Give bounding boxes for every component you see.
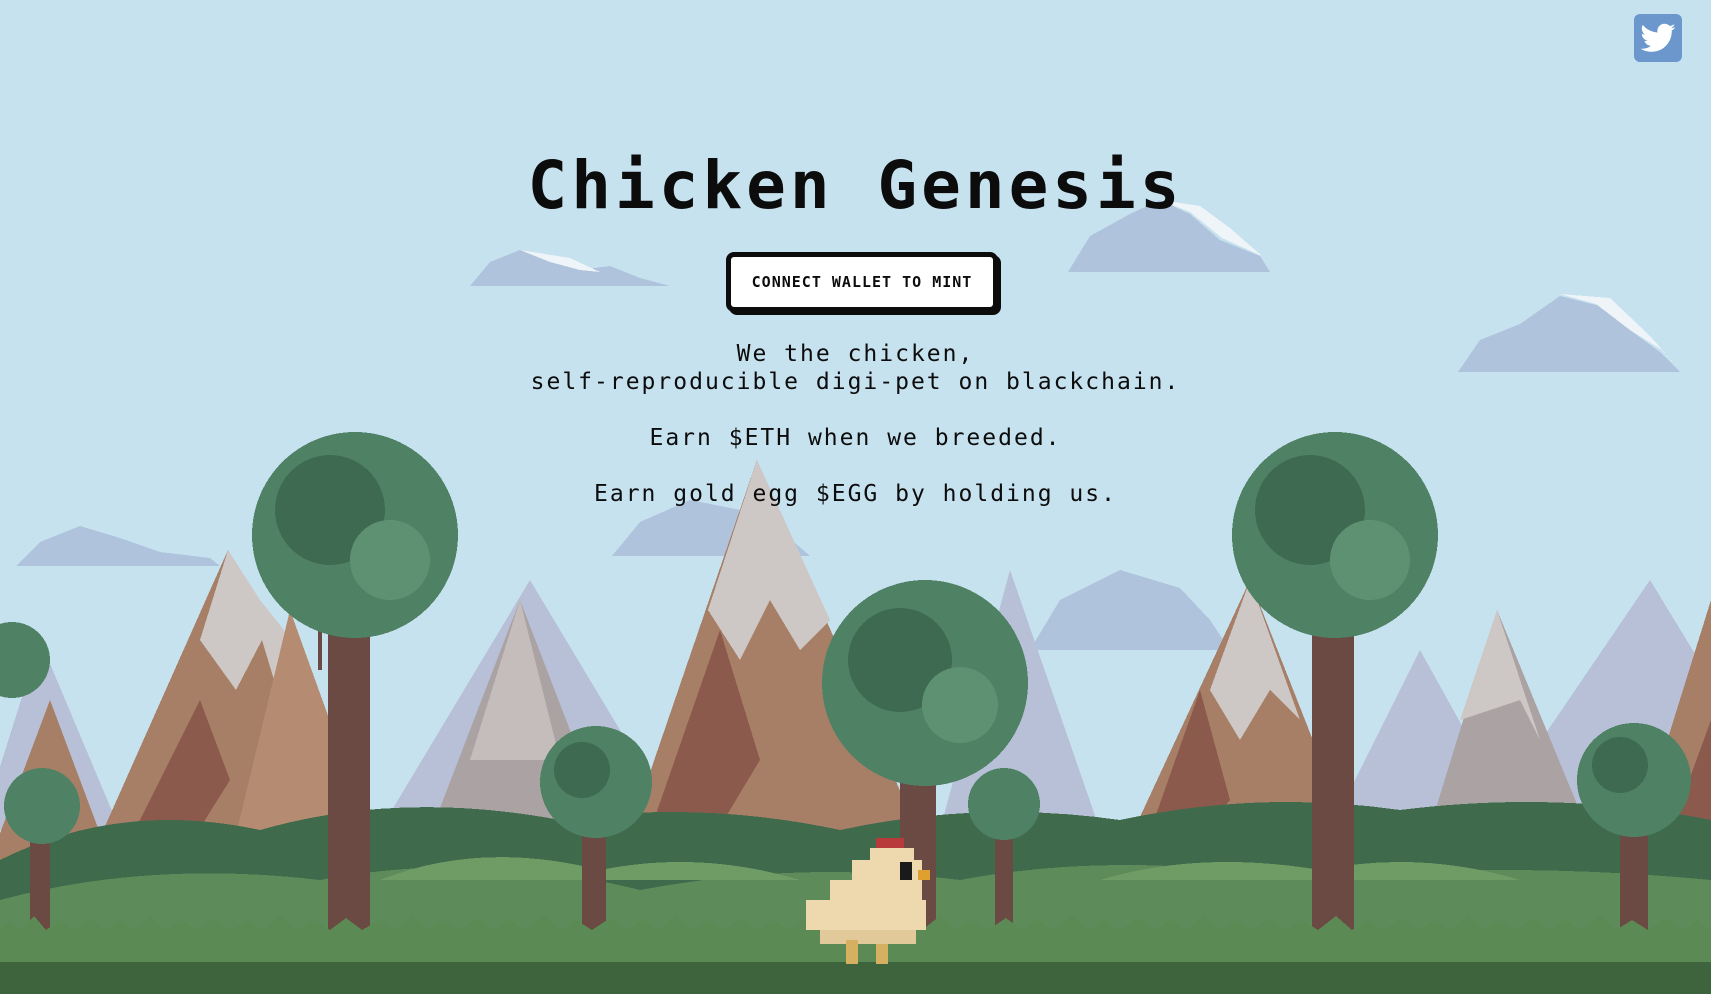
- page-title: Chicken Genesis: [527, 147, 1184, 224]
- tagline-line-2: self-reproducible digi-pet on blackchain…: [530, 369, 1181, 395]
- twitter-bird-icon: [1640, 23, 1676, 52]
- game-screen: Chicken Genesis CONNECT WALLET TO MINT W…: [0, 0, 1711, 994]
- tagline-eth: Earn $ETH when we breeded.: [649, 425, 1062, 451]
- twitter-link[interactable]: [1634, 14, 1682, 62]
- connect-wallet-button[interactable]: CONNECT WALLET TO MINT: [726, 252, 998, 312]
- tagline-egg: Earn gold egg $EGG by holding us.: [594, 481, 1117, 507]
- tagline-line-1: We the chicken,: [736, 341, 975, 367]
